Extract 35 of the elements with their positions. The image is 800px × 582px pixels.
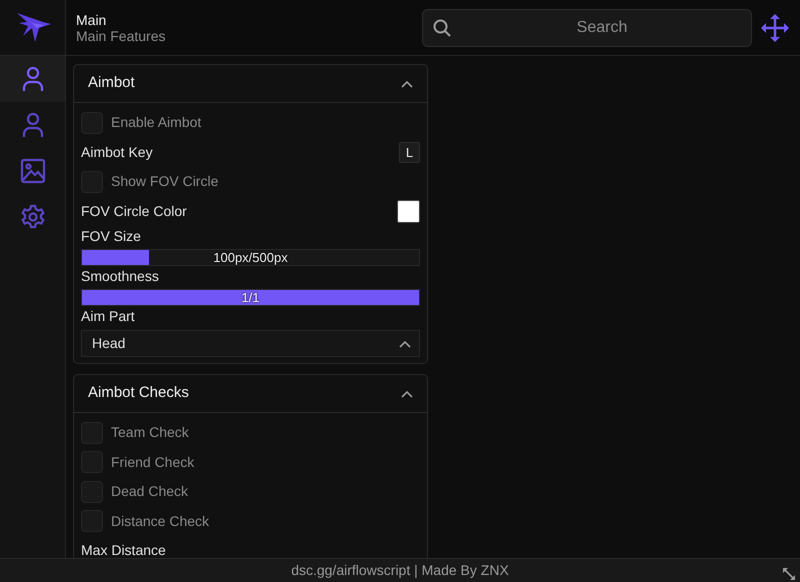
key-button[interactable]: L [399, 142, 420, 163]
checkbox-label: Dead Check [111, 482, 188, 502]
setting-label: Aim Part [81, 307, 136, 326]
slider-value: 100px/500px [213, 250, 288, 265]
slider-value: 1/1 [241, 290, 260, 305]
checkbox-label: Enable Aimbot [111, 113, 202, 132]
checkbox-label: Show FOV Circle [111, 172, 218, 192]
resize-icon[interactable] [782, 567, 796, 582]
section-title: Aimbot Checks [88, 383, 189, 404]
slider-track[interactable]: 100px/500px [81, 249, 420, 266]
sidebar-tab[interactable] [0, 56, 65, 102]
settings-icon [20, 204, 46, 230]
chevron-icon[interactable] [401, 390, 413, 398]
setting-label: Max Distance [81, 541, 166, 558]
slider-track[interactable]: 1/1 [81, 289, 420, 306]
page-title: Main [76, 12, 108, 28]
checkbox-label: Team Check [111, 423, 189, 442]
person-icon [20, 112, 44, 138]
dropdown[interactable]: Head [81, 330, 420, 357]
footer-text: dsc.gg/airflowscript | Made By ZNX [291, 561, 509, 580]
image-icon [20, 158, 46, 184]
search-field[interactable]: Search [422, 8, 752, 46]
page-subtitle: Main Features [76, 28, 166, 44]
person-icon [20, 66, 44, 92]
checkbox-label: Distance Check [111, 512, 210, 531]
move-icon[interactable] [760, 12, 790, 42]
section-title: Aimbot [88, 73, 135, 94]
checkbox-label: Friend Check [111, 452, 194, 472]
chevron-icon[interactable] [401, 80, 413, 88]
setting-label: FOV Circle Color [81, 202, 187, 221]
setting-label: FOV Size [81, 227, 142, 246]
chevron-icon [399, 340, 411, 348]
setting-label: Aimbot Key [81, 142, 153, 162]
color-swatch[interactable] [397, 200, 420, 223]
setting-label: Smoothness [81, 267, 160, 286]
